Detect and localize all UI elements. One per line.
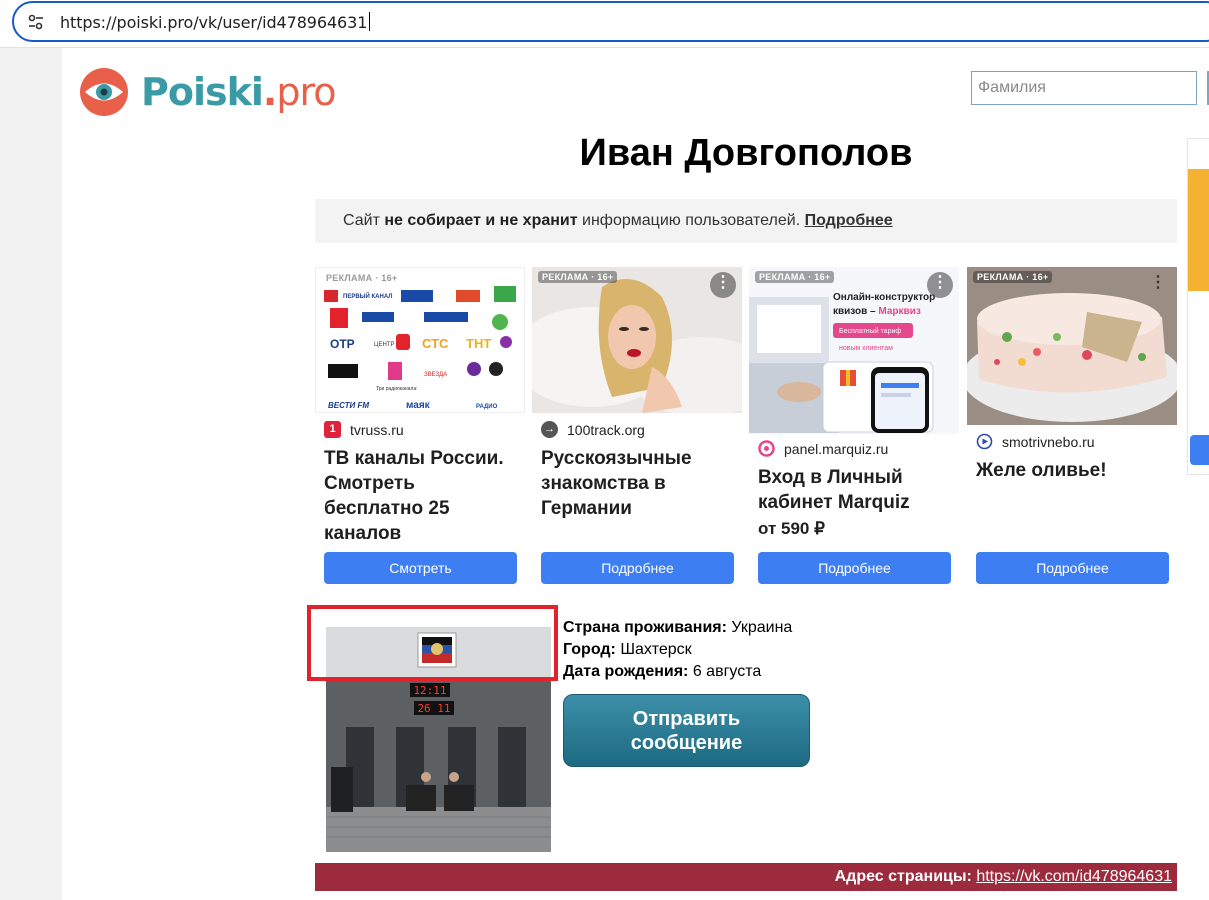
ad-more-button[interactable]: Подробнее	[541, 552, 734, 584]
ad-image[interactable]: ПЕРВЫЙ КАНАЛ ОТР ЦЕНТР СТС ТНТ ЗВЕЗДА Тр…	[315, 267, 525, 413]
notice-more-link[interactable]: Подробнее	[805, 212, 893, 229]
side-ad-button[interactable]	[1190, 435, 1209, 465]
profile-info: Страна проживания: Украина Город: Шахтер…	[563, 617, 792, 683]
more-options-icon[interactable]: ⋮	[1145, 272, 1171, 298]
svg-text:РАДИО: РАДИО	[476, 404, 498, 410]
ad-price: от 590 ₽	[758, 519, 825, 538]
svg-text:ТНТ: ТНТ	[466, 336, 491, 351]
city-row: Город: Шахтерск	[563, 641, 692, 658]
ad-more-button[interactable]: Подробнее	[976, 552, 1169, 584]
site-logo[interactable]: Poiski.pro	[79, 66, 337, 118]
svg-text:ЗВЕЗДА: ЗВЕЗДА	[424, 372, 447, 378]
ad-watch-button[interactable]: Смотреть	[324, 552, 517, 584]
ad-image[interactable]: Онлайн-конструктор Онлайн-конструкторкви…	[749, 267, 959, 434]
text-caret	[369, 12, 371, 31]
left-gutter	[0, 48, 62, 900]
promo-sub: новым клиентам	[839, 345, 893, 352]
svg-text:СТС: СТС	[422, 336, 449, 351]
ad-more-button[interactable]: Подробнее	[758, 552, 951, 584]
ad-source[interactable]: panel.marquiz.ru	[758, 440, 959, 457]
ad-image[interactable]: РЕКЛАМА · 16+ ⋮	[967, 267, 1177, 425]
photo-highlight-box	[307, 605, 558, 681]
ad-title[interactable]: ТВ каналы России. Смотреть бесплатно 25 …	[324, 446, 519, 546]
tvruss-favicon-icon: 1	[324, 421, 341, 438]
ad-title[interactable]: Русскоязычные знакомства в Германии	[541, 446, 736, 521]
country-row: Страна проживания: Украина	[563, 619, 793, 636]
surname-search-input[interactable]	[971, 71, 1197, 105]
side-ad-label-area	[1188, 139, 1209, 169]
side-ad-partial[interactable]	[1187, 138, 1209, 475]
promo-tag: Бесплатный тариф	[839, 327, 901, 335]
send-message-button[interactable]: Отправить сообщение	[563, 694, 810, 767]
url-field[interactable]: https://poiski.pro/vk/user/id478964631	[12, 1, 1209, 42]
clock-display-top: 12:11	[413, 684, 446, 697]
ad-source-domain: panel.marquiz.ru	[784, 440, 889, 457]
svg-text:Три радиоканала:: Три радиоканала:	[376, 386, 418, 392]
page-address-bar: Адрес страницы: https://vk.com/id4789646…	[315, 863, 1177, 891]
eye-logo-icon	[80, 68, 128, 116]
ad-card[interactable]: РЕКЛАМА · 16+ ⋮ smotrivnebo.ru Желе олив…	[967, 267, 1177, 483]
clock-display-bottom: 26 11	[417, 702, 450, 715]
site-settings-icon[interactable]	[26, 12, 46, 32]
ad-card[interactable]: Онлайн-конструктор Онлайн-конструкторкви…	[749, 267, 959, 539]
ad-card[interactable]: ПЕРВЫЙ КАНАЛ ОТР ЦЕНТР СТС ТНТ ЗВЕЗДА Тр…	[315, 267, 525, 546]
vk-profile-link[interactable]: https://vk.com/id478964631	[976, 868, 1172, 885]
ad-source-domain: smotrivnebo.ru	[1002, 433, 1095, 450]
tv-channels-collage: ПЕРВЫЙ КАНАЛ ОТР ЦЕНТР СТС ТНТ ЗВЕЗДА Тр…	[324, 286, 516, 411]
marquiz-favicon-icon	[758, 440, 775, 457]
ad-source-domain: 100track.org	[567, 421, 645, 438]
ad-image[interactable]: РЕКЛАМА · 16+ ⋮	[532, 267, 742, 413]
promo-headline-1: Онлайн-конструктор	[833, 292, 935, 303]
arrow-right-circle-icon: →	[541, 421, 558, 438]
svg-text:ОТР: ОТР	[330, 337, 355, 351]
ad-label: РЕКЛАМА · 16+	[538, 271, 618, 283]
ad-title[interactable]: Желе оливье!	[976, 458, 1171, 483]
birthdate-row: Дата рождения: 6 августа	[563, 663, 762, 680]
svg-text:ВЕСТИ FM: ВЕСТИ FM	[328, 401, 369, 410]
ad-source-domain: tvruss.ru	[350, 421, 404, 438]
logo-text: Poiski.pro	[141, 70, 337, 114]
privacy-notice: Сайт не собирает и не хранит информацию …	[315, 199, 1177, 243]
ad-label: РЕКЛАМА · 16+	[326, 273, 398, 283]
more-options-icon[interactable]: ⋮	[927, 272, 953, 298]
svg-text:ЦЕНТР: ЦЕНТР	[374, 342, 394, 348]
play-circle-icon	[976, 433, 993, 450]
svg-text:ПЕРВЫЙ КАНАЛ: ПЕРВЫЙ КАНАЛ	[343, 292, 392, 300]
browser-address-bar: https://poiski.pro/vk/user/id478964631	[0, 0, 1209, 48]
divider	[0, 47, 1209, 48]
ad-label: РЕКЛАМА · 16+	[755, 271, 835, 283]
page-title: Иван Довгополов	[579, 132, 913, 174]
ad-source[interactable]: → 100track.org	[541, 421, 742, 438]
ad-card[interactable]: РЕКЛАМА · 16+ ⋮ → 100track.org Русскоязы…	[532, 267, 742, 521]
ad-source[interactable]: smotrivnebo.ru	[976, 433, 1177, 450]
url-text[interactable]: https://poiski.pro/vk/user/id478964631	[60, 12, 371, 32]
ad-title[interactable]: Вход в Личный кабинет Marquiz	[758, 465, 953, 515]
ad-label: РЕКЛАМА · 16+	[973, 271, 1053, 283]
ad-source[interactable]: 1 tvruss.ru	[324, 421, 525, 438]
marquiz-promo-image: Онлайн-конструктор Онлайн-конструкторкви…	[749, 267, 959, 434]
more-options-icon[interactable]: ⋮	[710, 272, 736, 298]
promo-headline-2: Онлайн-конструкторквизов – Марквиз	[833, 306, 921, 317]
svg-text:маяк: маяк	[406, 400, 431, 411]
